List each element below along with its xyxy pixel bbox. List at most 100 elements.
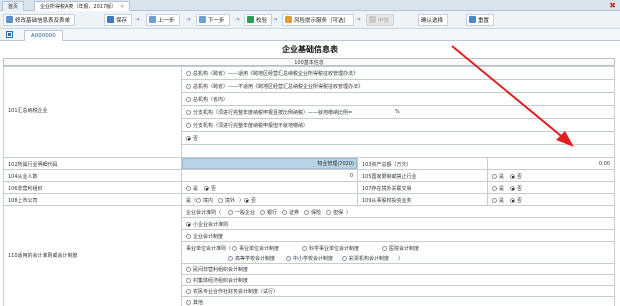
radio-110-public-1[interactable]: 事业单位会计制度	[232, 245, 279, 252]
validate-button[interactable]: 校验	[244, 14, 273, 26]
radio-icon-selected[interactable]	[510, 198, 515, 203]
radio-icon[interactable]	[260, 210, 265, 215]
row-101-opt-5[interactable]: 分支机构（须进行完整年度纳税申报但不就地缴纳）	[182, 119, 615, 132]
radio-109-yes[interactable]: 是	[492, 197, 504, 204]
row-101-opt-1[interactable]: 总机构（跨省）——适用《跨地区经营汇总纳税企业所得税征收管理办法》	[182, 67, 615, 80]
radio-110-public-4[interactable]: 高等学校会计制度	[228, 255, 275, 262]
confirm-selection-button[interactable]: 确认选择	[418, 14, 449, 26]
radio-101-opt-1[interactable]: 总机构（跨省）——适用《跨地区经营汇总纳税企业所得税征收管理办法》	[186, 70, 358, 77]
radio-101-opt-3[interactable]: 总机构（省内）	[186, 96, 228, 103]
radio-110-small[interactable]: 小企业会计准则	[186, 221, 228, 228]
radio-icon[interactable]	[492, 174, 497, 179]
radio-icon[interactable]	[282, 210, 287, 215]
radio-icon[interactable]	[492, 198, 497, 203]
radio-101-opt-4[interactable]: 分支机构（须进行完整年度纳税申报且按比例纳税）——就地缴纳比例=	[186, 109, 352, 116]
radio-icon-selected[interactable]	[244, 198, 249, 203]
row-110-other[interactable]: 其他	[182, 297, 615, 306]
total-assets-value[interactable]: 0.00	[599, 161, 610, 167]
radio-icon-selected[interactable]	[510, 186, 515, 191]
radio-icon[interactable]	[228, 210, 233, 215]
radio-icon[interactable]	[186, 97, 191, 102]
radio-107-yes[interactable]: 是	[492, 185, 504, 192]
radio-icon[interactable]	[218, 198, 223, 203]
radio-110-enterprise[interactable]: 企业会计制度	[186, 233, 223, 240]
radio-icon[interactable]	[196, 198, 201, 203]
radio-icon[interactable]	[302, 246, 307, 251]
radio-110-general[interactable]: 一般企业	[228, 209, 255, 216]
radio-105-no[interactable]: 否	[510, 173, 522, 180]
radio-108-no[interactable]: 否	[244, 197, 256, 204]
radio-110-other[interactable]: 其他	[186, 299, 203, 306]
radio-icon-selected[interactable]	[510, 174, 515, 179]
radio-icon[interactable]	[232, 246, 237, 251]
radio-icon[interactable]	[382, 246, 387, 251]
row-101-opt-3[interactable]: 总机构（省内）	[182, 93, 615, 106]
radio-icon[interactable]	[186, 267, 191, 272]
radio-110-public-6[interactable]: 彩票机构会计制度	[342, 255, 389, 262]
radio-106-no[interactable]: 否	[204, 185, 216, 192]
radio-icon[interactable]	[186, 84, 191, 89]
row-103-value-cell[interactable]: 0.00	[488, 158, 615, 170]
declare-button[interactable]: 申报	[366, 14, 395, 26]
radio-101-opt-5[interactable]: 分支机构（须进行完整年度纳税申报但不就地缴纳）	[186, 122, 308, 129]
radio-109-no[interactable]: 否	[510, 197, 522, 204]
radio-icon[interactable]	[186, 123, 191, 128]
radio-110-bank[interactable]: 银行	[260, 209, 277, 216]
radio-110-village[interactable]: 村集体经济组织会计制度	[186, 277, 248, 284]
row-101-opt-2[interactable]: 总机构（跨省）——不适用《跨地区经营汇总纳税企业所得税征收管理办法》	[182, 80, 615, 93]
radio-icon[interactable]	[326, 210, 331, 215]
radio-105-yes[interactable]: 是	[492, 173, 504, 180]
radio-110-securities[interactable]: 证券	[282, 209, 299, 216]
edit-basic-info-button[interactable]: 修改基础信息表及表单	[3, 14, 76, 26]
radio-icon-selected[interactable]	[204, 186, 209, 191]
radio-icon[interactable]	[186, 71, 191, 76]
row-110-village[interactable]: 村集体经济组织会计制度	[182, 275, 615, 286]
radio-108-domestic[interactable]: 境内	[196, 197, 213, 204]
radio-108-abroad[interactable]: 境外	[218, 197, 235, 204]
radio-110-insurance[interactable]: 保险	[304, 209, 321, 216]
form-list-icon[interactable]	[6, 31, 13, 38]
row-101-opt-4[interactable]: 分支机构（须进行完整年度纳税申报且按比例纳税）——就地缴纳比例= %	[182, 106, 615, 119]
tab-corporate-income-tax[interactable]: 企业所得税A类（年报，2017版） ✕	[34, 1, 131, 11]
close-icon[interactable]: ✕	[120, 4, 124, 10]
radio-110-guarantee[interactable]: 担保	[326, 209, 343, 216]
prev-step-button[interactable]: 上一步	[146, 14, 180, 26]
next-step-button[interactable]: 下一步	[196, 14, 230, 26]
radio-icon[interactable]	[342, 256, 347, 261]
radio-icon[interactable]	[304, 210, 309, 215]
radio-101-opt-6[interactable]: 否	[186, 135, 198, 142]
sheet-tab-a000000[interactable]: A000000	[24, 30, 63, 41]
tab-home[interactable]: 首页	[2, 1, 25, 11]
row-110-farm[interactable]: 农民专业合作社财务会计制度（试行）	[182, 286, 615, 297]
row-110-small[interactable]: 小企业会计准则	[182, 218, 615, 230]
risk-service-button[interactable]: 风险提示服务（可选）	[282, 14, 355, 26]
row-110-npo[interactable]: 民间非营利组织会计制度	[182, 264, 615, 275]
radio-icon[interactable]	[186, 234, 191, 239]
window-close-icon[interactable]: ✖	[609, 1, 616, 10]
radio-107-no[interactable]: 否	[510, 185, 522, 192]
radio-icon[interactable]	[186, 110, 191, 115]
radio-110-public-2[interactable]: 科学事业单位会计制度	[302, 245, 359, 252]
radio-110-npo[interactable]: 民间非营利组织会计制度	[186, 266, 248, 273]
row-110-enterprise[interactable]: 企业会计制度	[182, 230, 615, 242]
radio-icon[interactable]	[186, 289, 191, 294]
reset-button[interactable]: 重置	[466, 14, 495, 26]
row-104-value-cell[interactable]: 0	[182, 170, 358, 182]
radio-icon[interactable]	[492, 186, 497, 191]
row-101-opt-6[interactable]: 否	[182, 132, 615, 145]
radio-icon[interactable]	[228, 256, 233, 261]
radio-101-opt-2[interactable]: 总机构（跨省）——不适用《跨地区经营汇总纳税企业所得税征收管理办法》	[186, 83, 363, 90]
radio-106-yes[interactable]: 是	[186, 185, 198, 192]
radio-icon[interactable]	[186, 300, 191, 305]
radio-icon[interactable]	[186, 278, 191, 283]
radio-icon[interactable]	[186, 186, 191, 191]
radio-icon-selected[interactable]	[186, 222, 191, 227]
industry-code-field[interactable]: 物业管理(7020)	[182, 158, 357, 169]
radio-110-farm[interactable]: 农民专业合作社财务会计制度（试行）	[186, 288, 278, 295]
employee-count-value[interactable]: 0	[350, 173, 353, 179]
radio-icon-selected[interactable]	[186, 136, 191, 141]
radio-icon[interactable]	[286, 256, 291, 261]
radio-110-public-3[interactable]: 医院会计制度	[382, 245, 419, 252]
save-button[interactable]: 保存	[104, 14, 133, 26]
radio-110-public-5[interactable]: 中小学校会计制度	[286, 255, 333, 262]
